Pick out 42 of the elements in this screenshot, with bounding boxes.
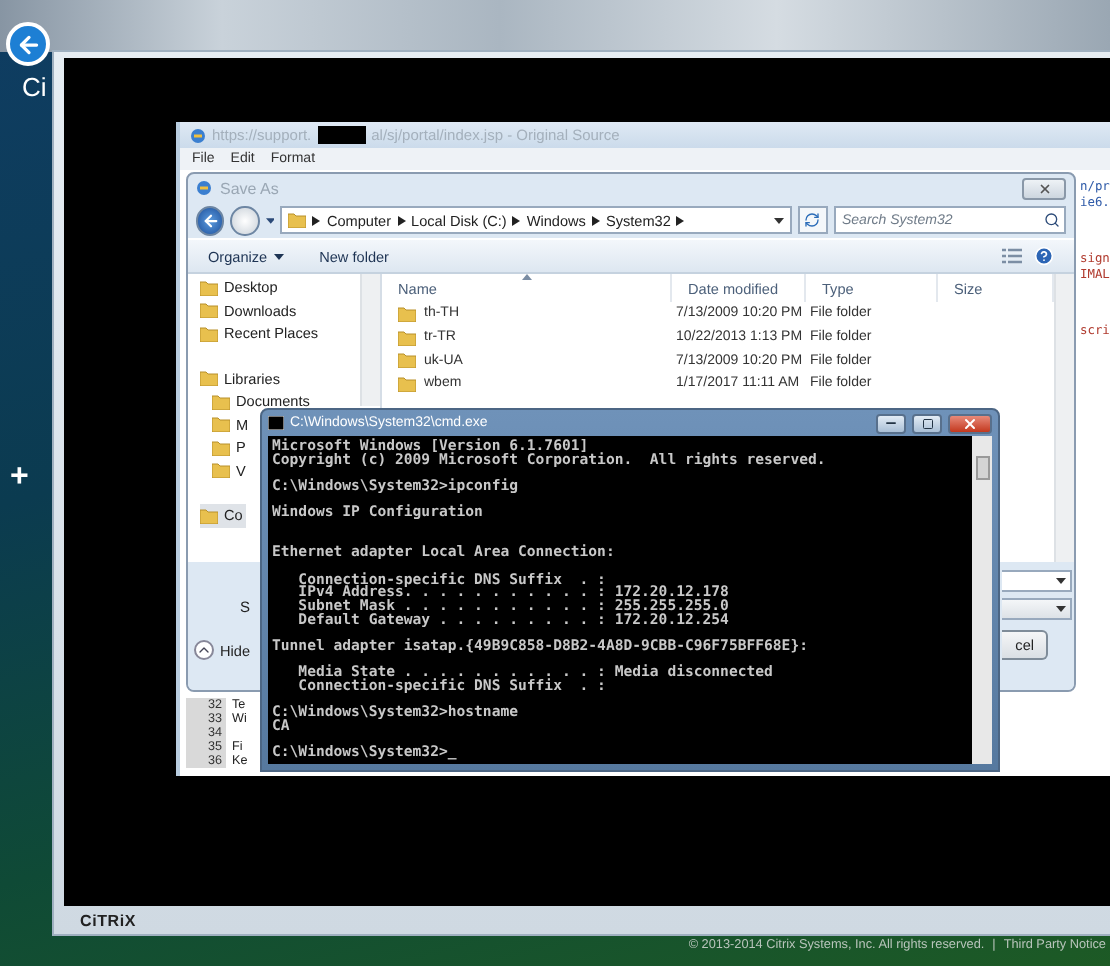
forward-button[interactable] [230, 205, 260, 235]
breadcrumb-arrow-icon [397, 215, 406, 225]
help-icon [1034, 246, 1054, 266]
add-button[interactable]: + [10, 462, 29, 494]
view-options-icon [1002, 248, 1022, 264]
minimize-icon [884, 416, 898, 430]
dropdown-field[interactable] [1002, 598, 1072, 620]
caret-icon [273, 253, 284, 259]
chevron-up-icon [194, 640, 214, 660]
caret-icon [773, 217, 784, 223]
breadcrumb-arrow-icon [591, 215, 600, 225]
search-icon [1044, 212, 1060, 228]
caret-icon [1056, 578, 1066, 584]
dialog-title: Save As [220, 179, 281, 197]
console-icon [268, 416, 284, 430]
breadcrumb-arrow-icon [312, 215, 321, 225]
side-label: Ci [22, 72, 47, 102]
breadcrumb-arrow-icon [512, 215, 521, 225]
browser-page-icon [196, 180, 212, 196]
back-button[interactable] [196, 205, 225, 235]
refresh-icon [804, 212, 821, 228]
caret-icon [1056, 606, 1066, 612]
folder-icon [288, 212, 307, 228]
close-button[interactable] [948, 413, 992, 433]
scrollbar [360, 274, 380, 406]
arrow-left-icon [201, 211, 220, 229]
browser-page-icon [190, 127, 206, 143]
breadcrumb-arrow-icon [676, 215, 685, 225]
minimize-button[interactable] [876, 413, 906, 433]
citrix-logo: CiTRiX [80, 911, 137, 929]
arrow-left-icon [15, 31, 41, 57]
close-icon [1037, 181, 1051, 195]
maximize-button[interactable] [912, 413, 942, 433]
maximize-icon [921, 417, 933, 429]
close-icon [962, 415, 978, 431]
caret-icon [265, 217, 275, 223]
scrollbar-thumb[interactable] [975, 456, 989, 480]
redaction-block [317, 126, 366, 144]
dropdown-field[interactable] [1002, 570, 1072, 592]
close-button[interactable] [1022, 177, 1066, 199]
refresh-button[interactable] [797, 206, 828, 234]
folder-icon [200, 507, 218, 524]
